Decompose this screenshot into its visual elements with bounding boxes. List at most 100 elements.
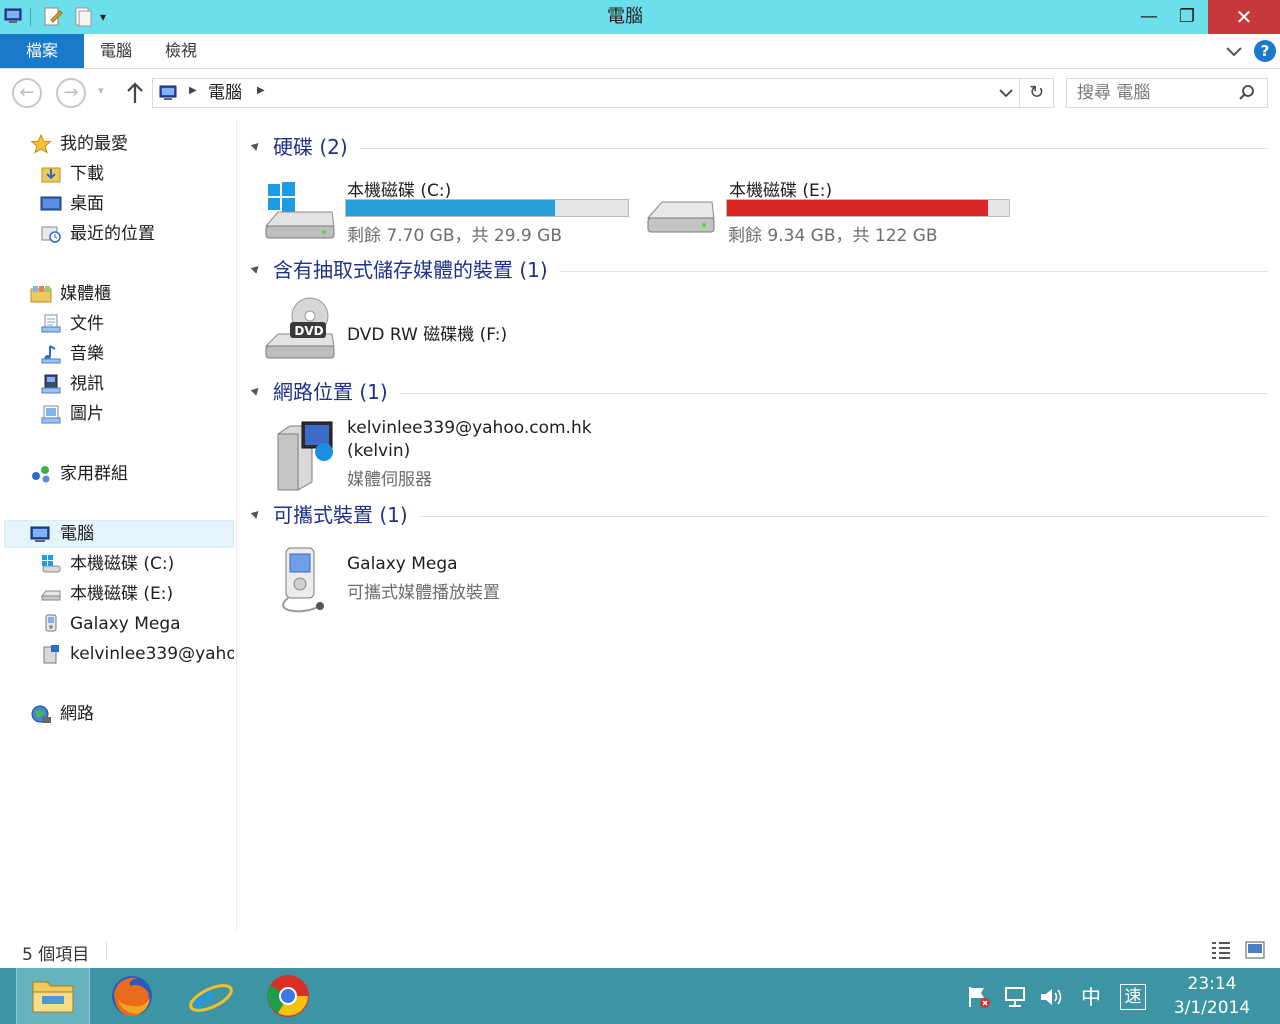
collapse-icon[interactable] [250, 140, 262, 151]
group-header-hard-drives[interactable]: 硬碟 (2) [250, 132, 1268, 162]
drive-free-space: 剩餘 7.70 GB，共 29.9 GB [347, 226, 562, 246]
address-dropdown-icon[interactable] [997, 83, 1015, 103]
libraries-icon [30, 286, 52, 303]
search-input[interactable]: 搜尋 電腦 [1066, 78, 1268, 108]
nav-media-server[interactable]: kelvinlee339@yahoo.com.hk [40, 641, 234, 667]
group-header-network-locations[interactable]: 網路位置 (1) [250, 377, 1268, 407]
close-button[interactable]: ✕ [1208, 0, 1280, 34]
forward-button[interactable]: → [56, 78, 86, 108]
star-icon [30, 134, 52, 154]
details-view-icon[interactable] [1210, 939, 1232, 961]
nav-libraries[interactable]: 媒體櫃 [30, 281, 230, 307]
nav-network[interactable]: 網路 [30, 701, 230, 727]
drive-usage-fill [727, 200, 988, 216]
collapse-icon[interactable] [250, 508, 262, 519]
chrome-icon [267, 975, 309, 1017]
drive-tile-e[interactable]: 本機磁碟 (E:) 剩餘 9.34 GB，共 122 GB [644, 176, 1014, 246]
recent-locations-icon[interactable]: ▾ [98, 84, 110, 104]
nav-galaxy-mega[interactable]: Galaxy Mega [40, 611, 230, 637]
nav-recent-places[interactable]: 最近的位置 [40, 221, 230, 247]
status-divider [106, 942, 107, 960]
computer-icon [30, 526, 50, 542]
clock-time[interactable]: 23:14 [1160, 974, 1264, 994]
pictures-icon [41, 405, 61, 424]
taskbar-explorer-button[interactable] [16, 968, 90, 1024]
nav-favorites[interactable]: 我的最愛 [30, 131, 230, 157]
dvd-label-icon: DVD [294, 324, 324, 338]
media-server-type: 媒體伺服器 [347, 470, 432, 490]
group-header-removable[interactable]: 含有抽取式儲存媒體的裝置 (1) [250, 255, 1268, 285]
nav-homegroup[interactable]: 家用群組 [30, 461, 230, 487]
search-icon[interactable] [1237, 83, 1257, 103]
back-button[interactable]: ← [12, 78, 42, 108]
up-button[interactable] [124, 80, 146, 106]
media-server-tile[interactable]: kelvinlee339@yahoo.com.hk (kelvin) 媒體伺服器 [262, 418, 622, 494]
music-icon [41, 345, 61, 364]
hard-drive-icon [40, 590, 61, 601]
taskbar-chrome-button[interactable] [264, 972, 312, 1020]
group-header-portable[interactable]: 可攜式裝置 (1) [250, 500, 1268, 530]
refresh-button[interactable]: ↻ [1020, 78, 1054, 108]
large-icons-view-icon[interactable] [1244, 939, 1266, 961]
nav-computer[interactable]: 電腦 [30, 521, 230, 547]
file-explorer-icon [32, 981, 74, 1013]
nav-documents[interactable]: 文件 [40, 311, 230, 337]
status-bar: 5 個項目 [0, 932, 1280, 968]
media-server-icon [277, 421, 333, 491]
tab-view[interactable]: 檢視 [156, 34, 206, 68]
downloads-folder-icon [41, 167, 61, 183]
nav-videos[interactable]: 視訊 [40, 371, 230, 397]
portable-device-name: Galaxy Mega [347, 554, 458, 574]
drive-tile-c[interactable]: 本機磁碟 (C:) 剩餘 7.70 GB，共 29.9 GB [262, 176, 632, 246]
computer-icon [159, 83, 179, 103]
item-count: 5 個項目 [22, 945, 90, 965]
media-server-name: kelvinlee339@yahoo.com.hk [347, 418, 592, 438]
clock-date[interactable]: 3/1/2014 [1160, 998, 1264, 1018]
documents-icon [41, 314, 61, 333]
internet-explorer-icon: e [189, 973, 233, 1022]
nav-drive-e[interactable]: 本機磁碟 (E:) [40, 581, 230, 607]
media-player-icon [45, 614, 57, 632]
portable-device-tile[interactable]: Galaxy Mega 可攜式媒體播放裝置 [262, 544, 562, 616]
tab-computer[interactable]: 電腦 [92, 34, 140, 68]
action-center-icon[interactable] [966, 984, 992, 1010]
drive-name: 本機磁碟 (C:) [347, 181, 452, 201]
nav-music[interactable]: 音樂 [40, 341, 230, 367]
media-server-icon [43, 645, 59, 664]
nav-downloads[interactable]: 下載 [40, 161, 230, 187]
address-bar[interactable]: ▶ 電腦 ▶ [152, 78, 1020, 108]
help-button[interactable]: ? [1254, 40, 1276, 62]
collapse-icon[interactable] [250, 385, 262, 396]
drive-usage-fill [346, 200, 555, 216]
ime-quick-indicator[interactable]: 速 [1120, 984, 1146, 1010]
taskbar-ie-button[interactable]: e [186, 972, 234, 1022]
taskbar-firefox-button[interactable] [108, 972, 156, 1020]
ime-mode-indicator[interactable]: 中 [1078, 984, 1104, 1010]
nav-drive-c[interactable]: 本機磁碟 (C:) [40, 551, 230, 577]
breadcrumb-separator-icon[interactable]: ▶ [189, 85, 197, 96]
windows-drive-icon [264, 182, 335, 239]
firefox-icon [112, 976, 152, 1017]
drive-name: 本機磁碟 (E:) [729, 181, 833, 201]
breadcrumb-separator-icon[interactable]: ▶ [257, 85, 265, 96]
dvd-drive-tile[interactable]: DVD DVD RW 磁碟機 (F:) [262, 296, 562, 366]
maximize-button[interactable]: ❐ [1164, 0, 1210, 34]
drive-usage-bar [726, 199, 1010, 217]
nav-pictures[interactable]: 圖片 [40, 401, 230, 427]
hard-drive-icon [646, 201, 715, 233]
drive-free-space: 剩餘 9.34 GB，共 122 GB [728, 226, 938, 246]
portable-device-type: 可攜式媒體播放裝置 [347, 583, 500, 603]
homegroup-icon [32, 466, 50, 483]
videos-icon [41, 374, 61, 394]
recent-places-icon [41, 226, 61, 243]
network-icon [31, 705, 51, 723]
dvd-drive-name: DVD RW 磁碟機 (F:) [347, 325, 508, 345]
tab-file[interactable]: 檔案 [0, 34, 84, 68]
window-title: 電腦 [607, 6, 643, 27]
expand-ribbon-icon[interactable] [1224, 40, 1244, 62]
nav-desktop[interactable]: 桌面 [40, 191, 230, 217]
volume-icon[interactable] [1038, 984, 1064, 1010]
collapse-icon[interactable] [250, 263, 262, 274]
network-status-icon[interactable] [1002, 984, 1028, 1010]
breadcrumb-computer[interactable]: 電腦 [208, 82, 242, 104]
